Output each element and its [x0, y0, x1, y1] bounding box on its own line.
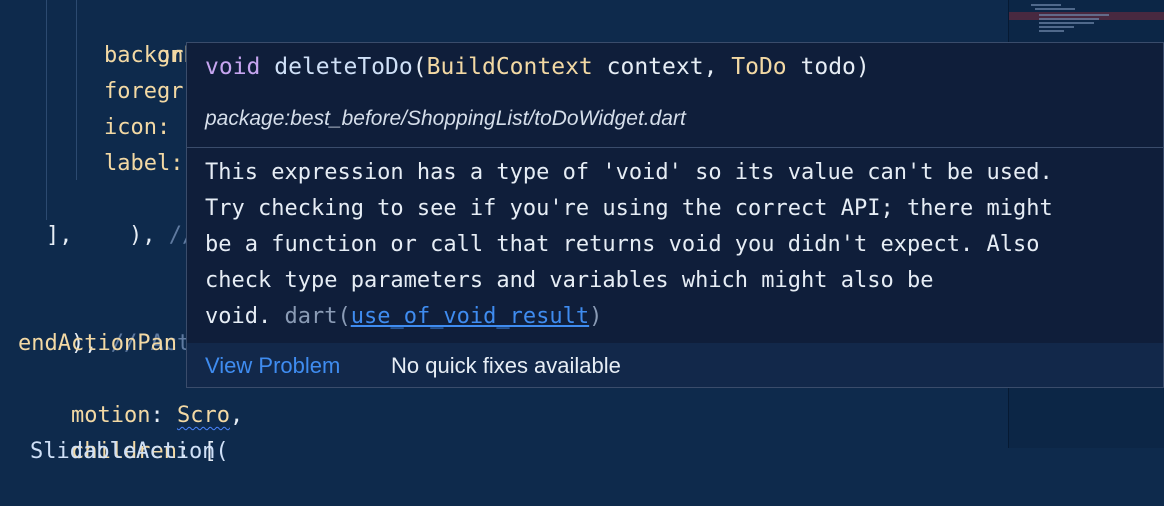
minimap-line	[1039, 30, 1064, 32]
minimap-line	[1039, 14, 1109, 16]
diagnostic-source-close: )	[589, 304, 603, 329]
code-line: SlidableAction(	[30, 439, 229, 464]
diagnostic-line: Try checking to see if you're using the …	[205, 196, 1053, 221]
code-line: endActionPan	[18, 331, 177, 356]
package-path: package:best_before/ShoppingList/toDoWid…	[205, 107, 686, 130]
signature-comma: ,	[703, 54, 732, 80]
signature-function-name: deleteToDo	[274, 54, 413, 80]
hover-status-bar: View Problem No quick fixes available	[187, 343, 1163, 387]
hover-divider	[187, 147, 1163, 148]
minimap-line	[1031, 4, 1061, 6]
signature-param: context	[606, 54, 704, 80]
diagnostic-line: This expression has a type of 'void' so …	[205, 160, 1053, 185]
diagnostic-source: dart(	[284, 304, 351, 329]
function-signature: void deleteToDo(BuildContext context, To…	[205, 51, 870, 83]
signature-paren: )	[855, 54, 870, 80]
minimap-line	[1039, 26, 1074, 28]
code-line: label:	[104, 151, 184, 176]
minimap-line	[1035, 8, 1075, 10]
indent-guide	[76, 0, 77, 180]
signature-keyword: void	[205, 54, 261, 80]
diagnostic-text: void.	[205, 304, 272, 329]
code-line: backgr	[104, 43, 184, 68]
minimap-line	[1039, 18, 1099, 20]
diagnostic-code-link[interactable]: use_of_void_result	[351, 304, 589, 329]
signature-type: ToDo	[731, 54, 787, 80]
diagnostic-line-last: void. dart(use_of_void_result)	[205, 299, 1155, 335]
diagnostic-line: be a function or call that returns void …	[205, 232, 1040, 257]
code-line: foregr	[104, 79, 184, 104]
signature-param: todo	[800, 54, 856, 80]
diagnostic-message: This expression has a type of 'void' so …	[205, 155, 1155, 335]
no-quick-fixes-label: No quick fixes available	[391, 353, 621, 378]
minimap-line	[1039, 22, 1094, 24]
view-problem-link[interactable]: View Problem	[205, 351, 340, 381]
diagnostic-line: check type parameters and variables whic…	[205, 268, 934, 293]
code-line: icon:	[104, 115, 184, 140]
indent-guide	[46, 0, 47, 220]
code-line: onPressed: deleteToDo(context,toDo),	[104, 2, 634, 68]
hover-tooltip: void deleteToDo(BuildContext context, To…	[186, 42, 1164, 388]
code-token-comma: ,	[229, 403, 244, 428]
signature-paren: (	[412, 54, 427, 80]
signature-type: BuildContext	[426, 54, 593, 80]
code-line: ],	[46, 223, 73, 248]
code-token-paren: ),	[128, 223, 169, 248]
code-line: children: [	[18, 398, 217, 464]
